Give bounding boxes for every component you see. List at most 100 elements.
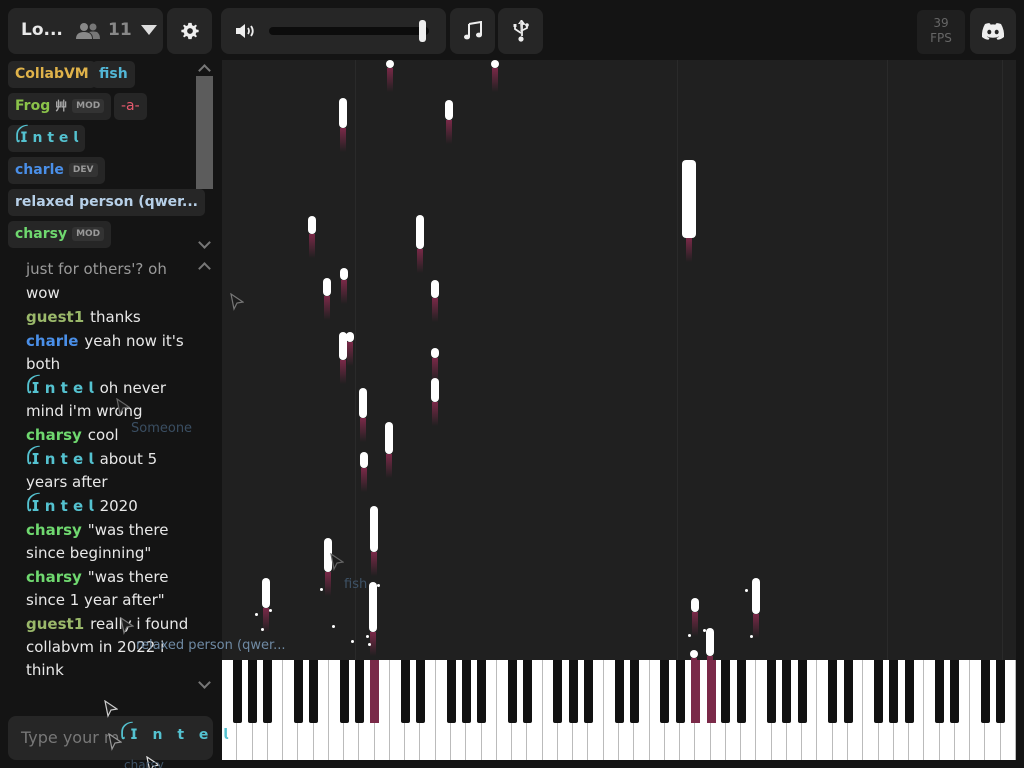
user-item-charsy[interactable]: charsy MOD <box>8 221 112 248</box>
piano-black-key[interactable] <box>232 660 242 723</box>
falling-note <box>431 280 439 298</box>
piano-black-key[interactable] <box>583 660 593 723</box>
falling-note <box>491 60 499 68</box>
chat-message-author[interactable]: charsy <box>26 426 82 444</box>
user-item-frog[interactable]: Frog ⾋ MOD <box>8 93 112 120</box>
falling-note <box>431 378 439 402</box>
piano-black-key[interactable] <box>553 660 563 723</box>
falling-note <box>752 578 760 614</box>
particle <box>368 643 371 646</box>
chevron-down-icon[interactable] <box>198 236 211 249</box>
piano-black-key[interactable] <box>461 660 471 723</box>
piano-black-key[interactable] <box>522 660 532 723</box>
remote-cursor-label: relaxed person (qwer... <box>136 638 286 653</box>
speaker-icon[interactable] <box>235 22 257 40</box>
piano-black-key[interactable] <box>828 660 838 723</box>
piano-black-key[interactable] <box>263 660 273 723</box>
chevron-up-icon[interactable] <box>198 64 211 77</box>
note-trail <box>340 128 346 152</box>
chat-message-author[interactable]: ꪶ𝗜 𝗻 𝘁 𝗲 𝗹 <box>26 450 94 468</box>
volume-slider-handle[interactable] <box>418 20 426 42</box>
user-item-collabvm[interactable]: CollabVM <box>8 61 96 88</box>
remote-cursor-label: charsy <box>124 758 164 768</box>
chevron-down-icon[interactable] <box>198 676 211 689</box>
instrument-button[interactable] <box>450 8 495 54</box>
particle <box>707 652 710 655</box>
discord-button[interactable] <box>970 8 1016 54</box>
falling-note <box>359 388 367 418</box>
chat-message-author[interactable]: ꪶ𝗜 𝗻 𝘁 𝗲 𝗹 <box>26 379 94 397</box>
chevron-up-icon[interactable] <box>198 262 211 275</box>
chat-message: charsy "was there since beginning" <box>26 519 191 565</box>
app-root: Lo... 11 39 FPS CollabVM fish Frog ⾋ MOD… <box>0 0 1024 768</box>
user-item-charle[interactable]: charle DEV <box>8 157 105 184</box>
piano-black-key[interactable] <box>507 660 517 723</box>
piano-black-key[interactable] <box>339 660 349 723</box>
piano-black-key[interactable] <box>477 660 487 723</box>
piano-black-key[interactable] <box>980 660 990 723</box>
user-list-scrollbar[interactable] <box>196 62 213 250</box>
piano-black-key[interactable] <box>935 660 945 723</box>
chat-message-author[interactable]: guest1 <box>26 615 84 633</box>
piano-black-key[interactable] <box>904 660 914 723</box>
chat-message-author[interactable]: charle <box>26 332 78 350</box>
chat-message-author[interactable]: ꪶ𝗜 𝗻 𝘁 𝗲 𝗹 <box>26 497 94 515</box>
piano-keyboard[interactable] <box>222 660 1016 760</box>
scrollbar-thumb[interactable] <box>196 76 213 189</box>
piano-black-key[interactable] <box>996 660 1006 723</box>
user-item-relaxed-person[interactable]: relaxed person (qwer... <box>8 189 205 216</box>
mod-badge: MOD <box>72 227 105 241</box>
particle <box>269 609 272 612</box>
piano-black-key[interactable] <box>660 660 670 723</box>
chat-input-placeholder: Type your m <box>21 728 120 747</box>
grid-line <box>887 60 888 660</box>
piano-black-key[interactable] <box>446 660 456 723</box>
piano-black-key[interactable] <box>767 660 777 723</box>
chevron-down-icon[interactable] <box>141 25 157 35</box>
particle <box>351 640 354 643</box>
user-name: relaxed person (qwer... <box>15 194 198 210</box>
falling-note <box>369 582 377 632</box>
piano-black-key[interactable] <box>736 660 746 723</box>
chat-scrollbar[interactable] <box>196 262 213 690</box>
particle <box>377 584 380 587</box>
piano-black-key[interactable] <box>568 660 578 723</box>
piano-black-key[interactable] <box>629 660 639 723</box>
piano-black-key[interactable] <box>843 660 853 723</box>
volume-slider[interactable] <box>269 20 429 42</box>
piano-black-key[interactable] <box>782 660 792 723</box>
note-trail <box>386 454 392 478</box>
user-name: -a- <box>121 98 140 114</box>
piano-black-key[interactable] <box>293 660 303 723</box>
piano-black-key[interactable] <box>614 660 624 723</box>
users-icon <box>76 23 100 39</box>
user-item-intel[interactable]: ꪶ𝗜 𝗻 𝘁 𝗲 𝗹 <box>8 125 86 152</box>
piano-black-key[interactable] <box>797 660 807 723</box>
piano-black-key[interactable] <box>354 660 364 723</box>
piano-black-key[interactable] <box>416 660 425 723</box>
midi-button[interactable] <box>498 8 543 54</box>
note-trail <box>347 342 353 366</box>
user-name: Frog <box>15 98 51 114</box>
settings-button[interactable] <box>167 8 212 54</box>
particle <box>703 629 706 632</box>
chat-message-author[interactable]: charsy <box>26 568 82 586</box>
user-item-fish[interactable]: fish <box>92 61 135 88</box>
user-item-a[interactable]: -a- <box>114 93 147 120</box>
room-selector[interactable]: Lo... 11 <box>8 8 163 54</box>
chat-message: ꪶ𝗜 𝗻 𝘁 𝗲 𝗹 2020 <box>26 495 191 518</box>
piano-black-key[interactable] <box>889 660 899 723</box>
piano-black-key[interactable] <box>874 660 884 723</box>
piano-black-key[interactable] <box>309 660 319 723</box>
falling-note <box>346 332 354 342</box>
chat-message-author[interactable]: guest1 <box>26 308 84 326</box>
note-trail <box>387 68 393 92</box>
piano-black-key[interactable] <box>721 660 731 723</box>
piano-black-key[interactable] <box>400 660 410 723</box>
piano-black-key[interactable] <box>950 660 960 723</box>
piano-black-key[interactable] <box>248 660 258 723</box>
gear-icon <box>180 22 199 40</box>
piano-black-key[interactable] <box>675 660 685 723</box>
chat-message-author[interactable]: charsy <box>26 521 82 539</box>
falling-note <box>262 578 270 608</box>
